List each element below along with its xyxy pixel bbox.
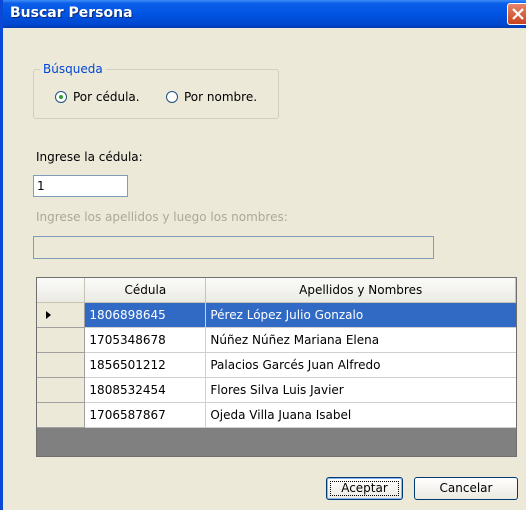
radio-por-cedula[interactable]: Por cédula. <box>55 90 140 104</box>
table-row[interactable]: 1806898645 Pérez López Julio Gonzalo <box>37 302 516 328</box>
cell-nombre[interactable]: Palacios Garcés Juan Alfredo <box>205 352 516 378</box>
cell-nombre[interactable]: Ojeda Villa Juana Isabel <box>205 402 516 428</box>
radio-por-nombre[interactable]: Por nombre. <box>166 90 257 104</box>
results-grid[interactable]: Cédula Apellidos y Nombres 1806898645 Pé… <box>36 277 517 457</box>
cell-cedula[interactable]: 1806898645 <box>84 302 207 328</box>
radio-por-nombre-label: Por nombre. <box>184 90 258 104</box>
row-header[interactable] <box>37 302 86 328</box>
names-label: Ingrese los apellidos y luego los nombre… <box>36 210 288 224</box>
grid-header-row: Cédula Apellidos y Nombres <box>37 278 516 303</box>
close-button[interactable] <box>507 3 526 25</box>
cell-cedula[interactable]: 1705348678 <box>84 327 207 353</box>
dialog-window: Buscar Persona Búsqueda Por cédula. Por … <box>0 0 526 510</box>
cancel-button[interactable]: Cancelar <box>414 477 518 500</box>
search-group-label: Búsqueda <box>40 62 106 76</box>
row-header[interactable] <box>37 377 86 403</box>
cell-cedula[interactable]: 1808532454 <box>84 377 207 403</box>
cell-nombre[interactable]: Núñez Núñez Mariana Elena <box>205 327 516 353</box>
cedula-label: Ingrese la cédula: <box>36 150 143 164</box>
row-header[interactable] <box>37 352 86 378</box>
close-icon <box>512 8 524 20</box>
table-row[interactable]: 1705348678 Núñez Núñez Mariana Elena <box>37 327 516 353</box>
row-header[interactable] <box>37 327 86 353</box>
table-row[interactable]: 1856501212 Palacios Garcés Juan Alfredo <box>37 352 516 378</box>
names-input[interactable] <box>33 236 434 259</box>
window-title: Buscar Persona <box>10 5 133 21</box>
column-header-nombres[interactable]: Apellidos y Nombres <box>205 278 516 303</box>
current-row-arrow-icon <box>46 310 51 319</box>
cell-nombre[interactable]: Pérez López Julio Gonzalo <box>205 302 516 328</box>
cedula-input[interactable]: 1 <box>33 175 128 197</box>
accept-button[interactable]: Aceptar <box>326 477 403 500</box>
column-header-cedula[interactable]: Cédula <box>84 278 207 303</box>
cell-cedula[interactable]: 1706587867 <box>84 402 207 428</box>
grid-corner <box>37 278 86 303</box>
title-bar[interactable]: Buscar Persona <box>3 0 526 28</box>
cell-cedula[interactable]: 1856501212 <box>84 352 207 378</box>
row-header[interactable] <box>37 402 86 428</box>
focus-rectangle <box>330 481 399 496</box>
table-row[interactable]: 1706587867 Ojeda Villa Juana Isabel <box>37 402 516 428</box>
radio-unselected-icon <box>166 91 178 103</box>
cancel-button-label: Cancelar <box>439 481 493 495</box>
radio-por-cedula-label: Por cédula. <box>73 90 140 104</box>
table-row[interactable]: 1808532454 Flores Silva Luis Javier <box>37 377 516 403</box>
cell-nombre[interactable]: Flores Silva Luis Javier <box>205 377 516 403</box>
radio-selected-icon <box>55 91 67 103</box>
